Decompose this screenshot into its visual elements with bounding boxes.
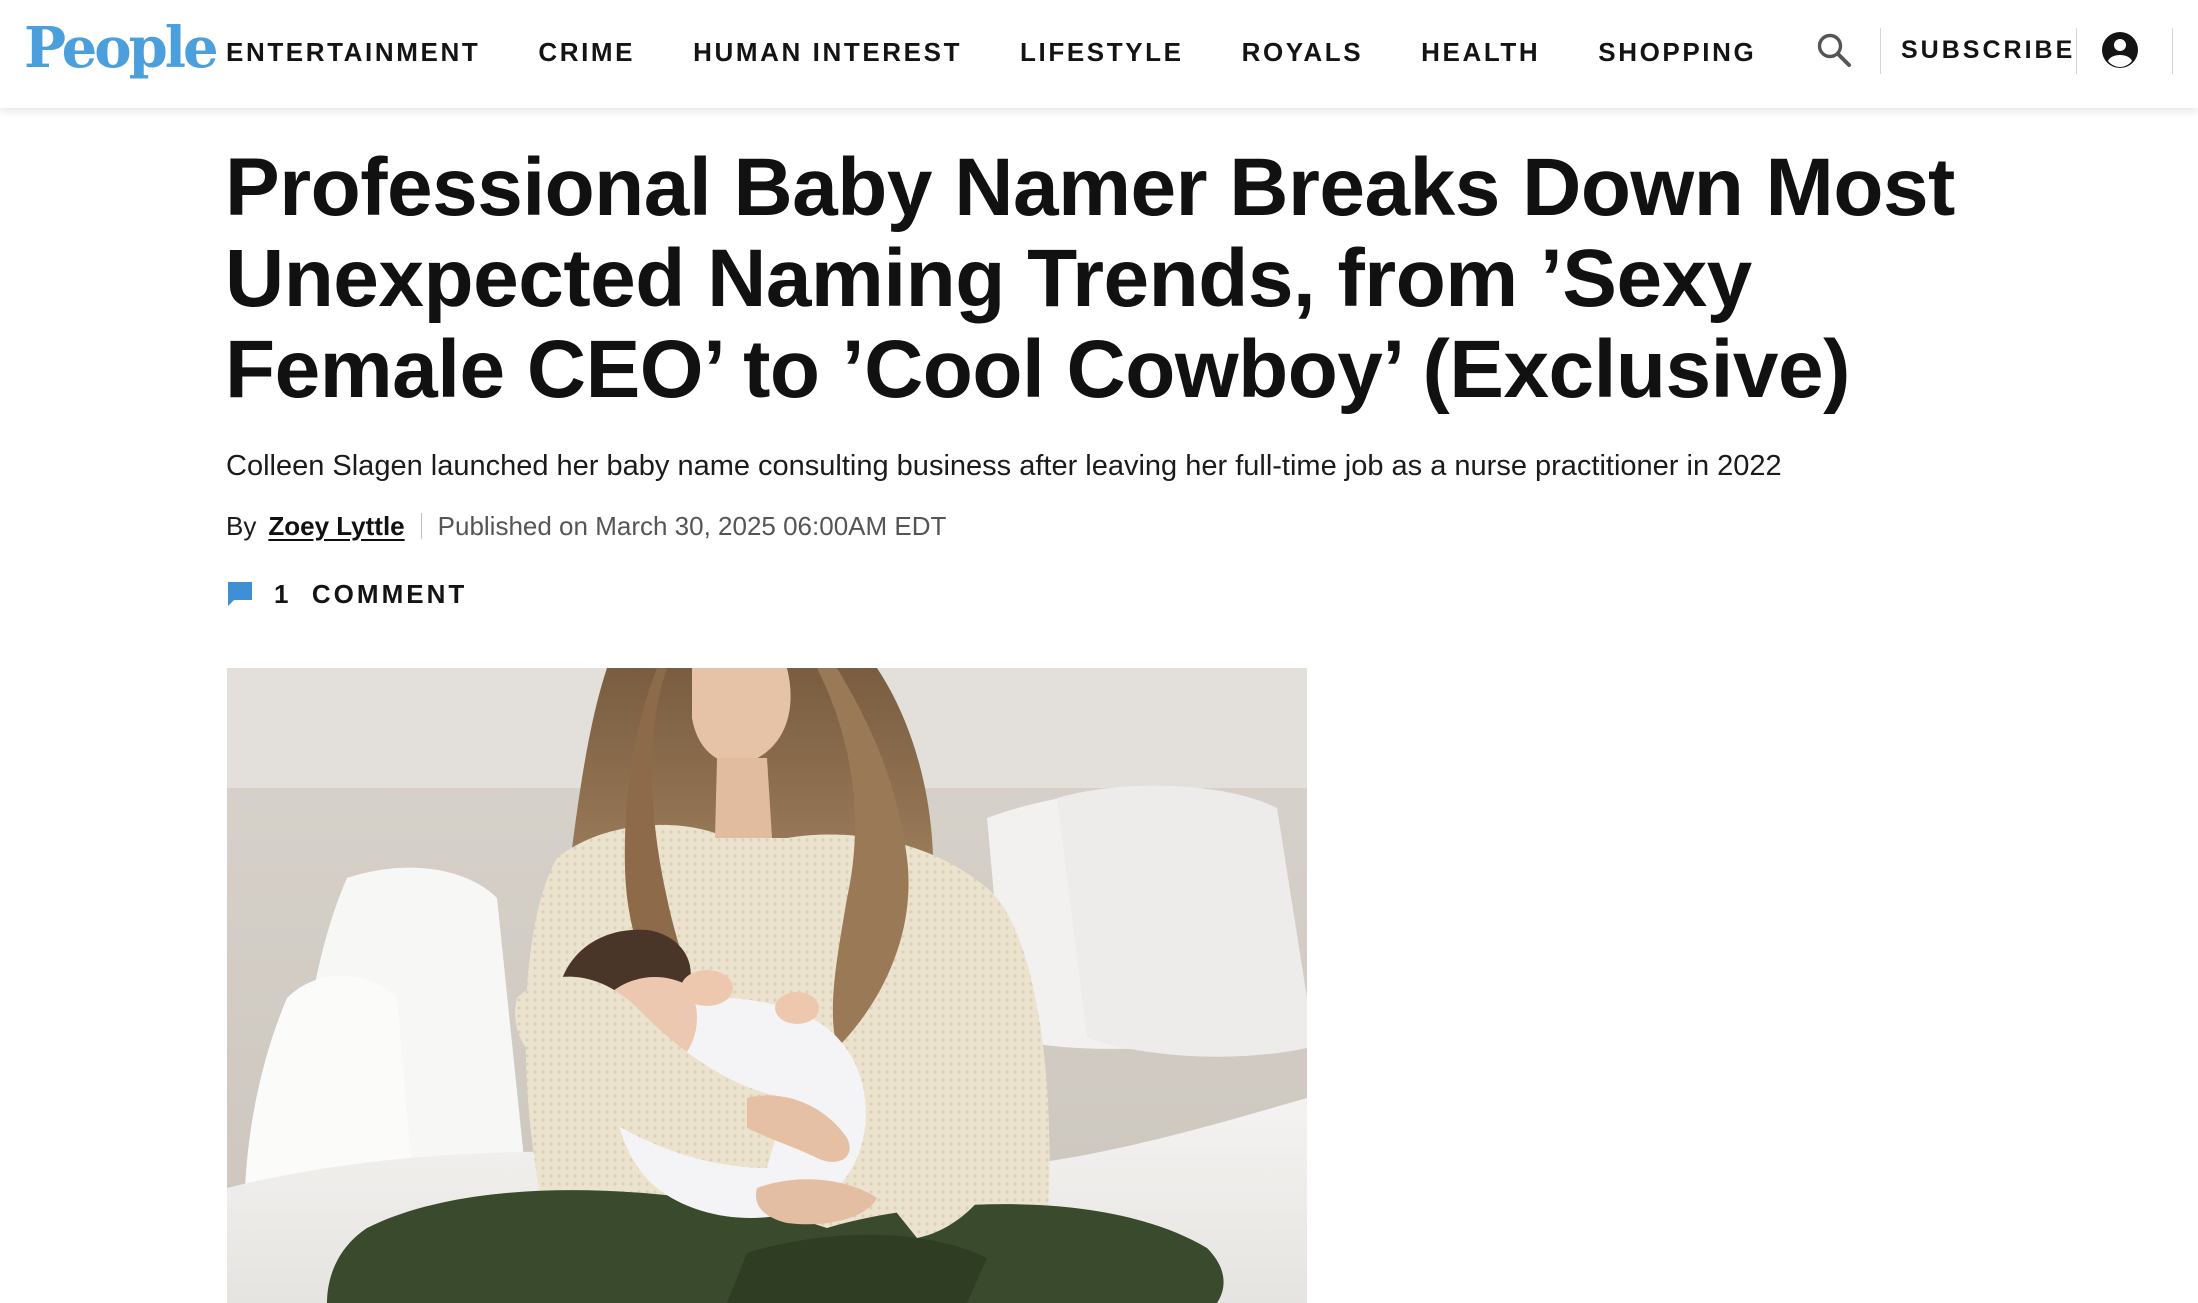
- header-divider: [2172, 28, 2173, 74]
- nav-crime[interactable]: CRIME: [538, 37, 635, 68]
- comments-link[interactable]: 1 COMMENT: [226, 574, 467, 614]
- account-icon[interactable]: [2100, 30, 2140, 70]
- byline: By Zoey Lyttle Published on March 30, 20…: [226, 506, 946, 546]
- main-nav: ENTERTAINMENT CRIME HUMAN INTEREST LIFES…: [226, 30, 1814, 74]
- nav-entertainment[interactable]: ENTERTAINMENT: [226, 37, 480, 68]
- author-link[interactable]: Zoey Lyttle: [268, 511, 404, 542]
- article-headline: Professional Baby Namer Breaks Down Most…: [225, 142, 1955, 415]
- nav-human-interest[interactable]: HUMAN INTEREST: [693, 37, 962, 68]
- nav-lifestyle[interactable]: LIFESTYLE: [1020, 37, 1184, 68]
- nav-health[interactable]: HEALTH: [1421, 37, 1540, 68]
- comment-count: 1 COMMENT: [274, 578, 468, 609]
- subscribe-button[interactable]: SUBSCRIBE: [1901, 30, 2075, 70]
- article-dek: Colleen Slagen launched her baby name co…: [226, 450, 1782, 482]
- byline-divider: [420, 513, 422, 539]
- site-header: People ENTERTAINMENT CRIME HUMAN INTERES…: [0, 0, 2198, 108]
- hero-photo[interactable]: [227, 668, 1307, 1303]
- publish-date: Published on March 30, 2025 06:00AM EDT: [437, 510, 947, 541]
- people-logo[interactable]: People: [24, 8, 219, 88]
- search-icon[interactable]: [1814, 30, 1854, 70]
- nav-shopping[interactable]: SHOPPING: [1598, 37, 1756, 68]
- comment-icon: [228, 582, 252, 606]
- header-divider: [1880, 28, 1881, 74]
- header-divider: [2076, 28, 2077, 74]
- nav-royals[interactable]: ROYALS: [1242, 37, 1364, 68]
- byline-prefix: By: [226, 510, 257, 541]
